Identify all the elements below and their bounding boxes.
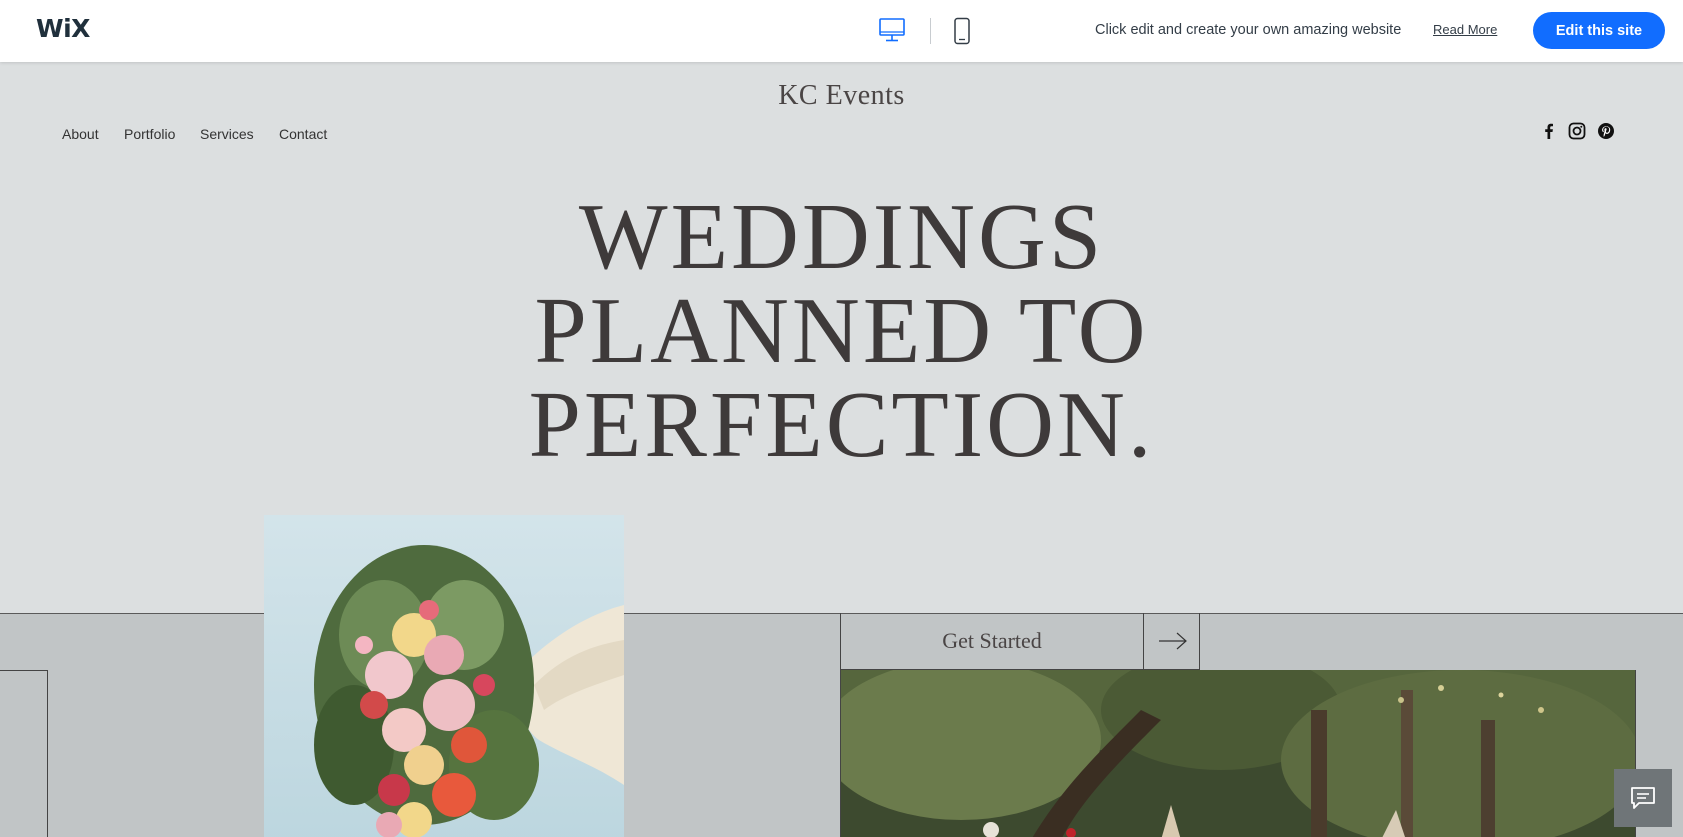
facebook-icon[interactable] [1540, 122, 1558, 140]
left-frame [0, 670, 48, 837]
edit-site-button[interactable]: Edit this site [1533, 12, 1665, 49]
pinterest-icon[interactable] [1597, 122, 1615, 140]
hero-line: WEDDINGS [578, 185, 1105, 289]
promo-text: Click edit and create your own amazing w… [1095, 22, 1402, 38]
chat-bubble-icon[interactable] [1614, 769, 1672, 827]
mobile-phone-icon[interactable] [953, 17, 971, 50]
nav-item-about[interactable]: About [62, 126, 99, 142]
garden-venue-photo [840, 670, 1636, 837]
read-more-link[interactable]: Read More [1433, 22, 1497, 37]
bouquet-photo [264, 515, 624, 837]
hero-line: PLANNED TO [534, 279, 1149, 383]
hero-line: PERFECTION. [528, 373, 1155, 477]
arrow-right-icon[interactable] [1143, 613, 1200, 669]
nav-item-services[interactable]: Services [200, 126, 254, 142]
get-started-button[interactable]: Get Started [841, 613, 1143, 669]
site-title[interactable]: KC Events [0, 80, 1683, 112]
device-separator [930, 18, 931, 44]
instagram-icon[interactable] [1568, 122, 1586, 140]
hero-headline: WEDDINGS PLANNED TO PERFECTION. [0, 190, 1683, 472]
wix-logo[interactable]: WiX [36, 14, 90, 43]
get-started-cta: Get Started [840, 613, 1200, 670]
wix-top-bar: WiX Click edit and create your own amazi… [0, 0, 1683, 62]
nav-item-portfolio[interactable]: Portfolio [124, 126, 175, 142]
desktop-monitor-icon[interactable] [878, 17, 906, 48]
nav-item-contact[interactable]: Contact [279, 126, 327, 142]
